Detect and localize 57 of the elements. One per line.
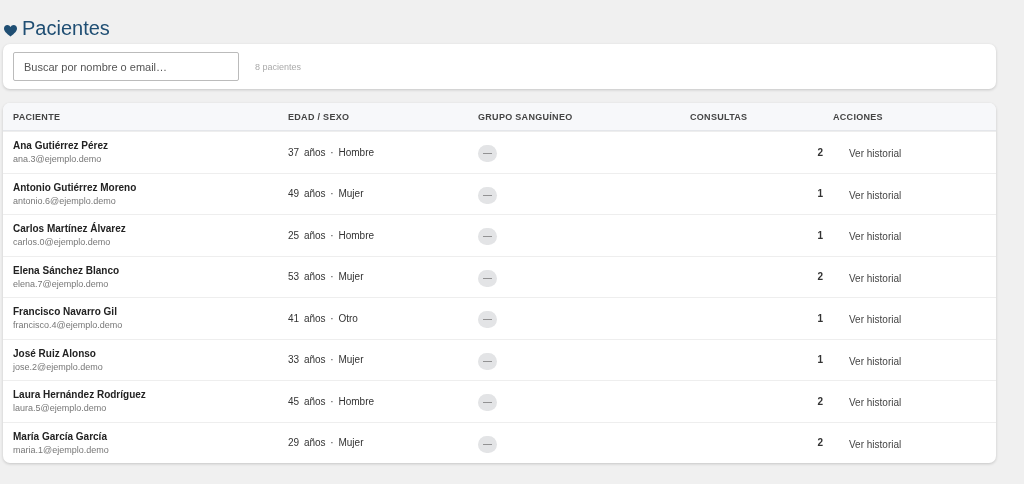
patient-name: Antonio Gutiérrez Moreno: [13, 181, 138, 193]
page-title: Pacientes: [22, 16, 110, 40]
patient-email: francisco.4@ejemplo.demo: [13, 320, 124, 331]
column-header: ACCIONES: [832, 111, 884, 122]
consultation-count: 2: [816, 437, 823, 449]
age-sex: 33 años · Mujer: [288, 354, 365, 366]
patient-email: laura.5@ejemplo.demo: [13, 403, 108, 414]
blood-group-badge: —: [478, 228, 497, 246]
column-header: EDAD / SEXO: [288, 111, 351, 122]
patient-name: José Ruiz Alonso: [13, 347, 97, 359]
patient-email: maria.1@ejemplo.demo: [13, 444, 110, 455]
consultation-count: 2: [816, 146, 823, 158]
blood-group-badge: —: [478, 394, 497, 412]
patient-name: Carlos Martínez Álvarez: [13, 223, 127, 235]
consultation-count: 1: [816, 312, 823, 324]
history-link[interactable]: Ver historial: [849, 272, 902, 284]
age-sex: 53 años · Mujer: [288, 271, 365, 283]
history-link[interactable]: Ver historial: [849, 438, 902, 450]
consultation-count: 1: [816, 229, 823, 241]
age-sex: 25 años · Hombre: [288, 229, 376, 241]
patient-email: ana.3@ejemplo.demo: [13, 154, 103, 165]
history-link[interactable]: Ver historial: [849, 189, 902, 201]
blood-group-badge: —: [478, 352, 497, 370]
patient-count: 8 pacientes: [255, 61, 302, 72]
patient-name: Laura Hernández Rodríguez: [13, 389, 147, 401]
age-sex: 45 años · Hombre: [288, 395, 376, 407]
consultation-count: 1: [816, 354, 823, 366]
search-field[interactable]: Buscar por nombre o email…: [13, 52, 239, 81]
patient-name: Elena Sánchez Blanco: [13, 264, 121, 276]
age-sex: 37 años · Hombre: [288, 146, 376, 158]
patient-email: carlos.0@ejemplo.demo: [13, 237, 112, 248]
heart-icon: [4, 24, 17, 37]
patient-name: Ana Gutiérrez Pérez: [13, 140, 110, 152]
history-link[interactable]: Ver historial: [849, 148, 902, 160]
history-link[interactable]: Ver historial: [849, 231, 902, 243]
patient-email: antonio.6@ejemplo.demo: [13, 195, 117, 206]
blood-group-badge: —: [478, 435, 497, 453]
blood-group-badge: —: [478, 186, 497, 204]
age-sex: 49 años · Mujer: [288, 188, 365, 200]
column-header: CONSULTAS: [690, 111, 749, 122]
age-sex: 29 años · Mujer: [288, 437, 365, 449]
age-sex: 41 años · Otro: [288, 312, 359, 324]
patient-email: jose.2@ejemplo.demo: [13, 361, 104, 372]
consultation-count: 1: [816, 188, 823, 200]
history-link[interactable]: Ver historial: [849, 314, 902, 326]
blood-group-badge: —: [478, 269, 497, 287]
history-link[interactable]: Ver historial: [849, 397, 902, 409]
column-header: GRUPO SANGUÍNEO: [478, 111, 574, 122]
patient-name: Francisco Navarro Gil: [13, 306, 118, 318]
history-link[interactable]: Ver historial: [849, 355, 902, 367]
consultation-count: 2: [816, 271, 823, 283]
patient-email: elena.7@ejemplo.demo: [13, 278, 110, 289]
patient-name: María García García: [13, 430, 108, 442]
blood-group-badge: —: [478, 145, 497, 163]
consultation-count: 2: [816, 395, 823, 407]
column-header: PACIENTE: [13, 111, 62, 122]
blood-group-badge: —: [478, 311, 497, 329]
